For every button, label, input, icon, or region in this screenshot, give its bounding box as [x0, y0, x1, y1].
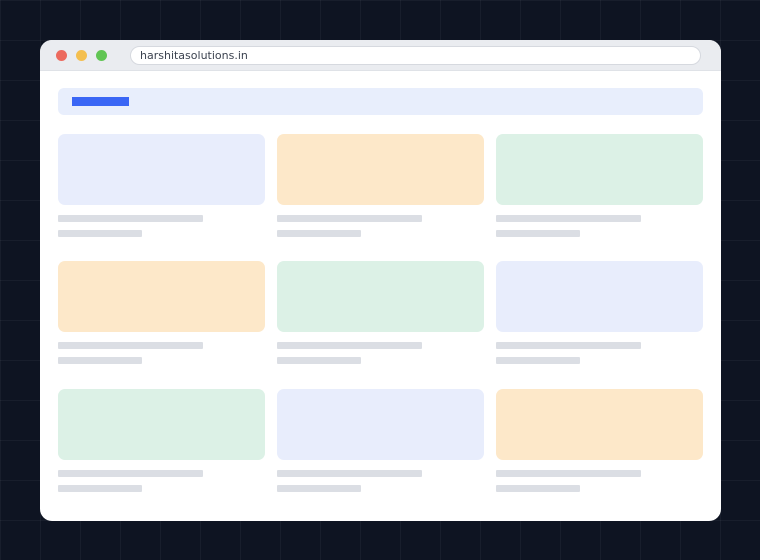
header-logo-placeholder[interactable]	[72, 97, 129, 106]
card-image-placeholder	[496, 134, 703, 205]
card-image-placeholder	[58, 134, 265, 205]
card-subtitle-placeholder	[277, 485, 361, 492]
card-subtitle-placeholder	[277, 357, 361, 364]
card-subtitle-placeholder	[58, 230, 142, 237]
card-image-placeholder	[277, 261, 484, 332]
card-subtitle-placeholder	[496, 230, 580, 237]
card-subtitle-placeholder	[496, 485, 580, 492]
card-title-placeholder	[58, 470, 203, 477]
content-card[interactable]	[277, 261, 484, 373]
card-subtitle-placeholder	[277, 230, 361, 237]
content-card[interactable]	[496, 389, 703, 501]
card-title-placeholder	[277, 215, 422, 222]
content-card[interactable]	[58, 261, 265, 373]
card-title-placeholder	[496, 342, 641, 349]
card-image-placeholder	[58, 389, 265, 460]
content-card[interactable]	[496, 134, 703, 246]
card-title-placeholder	[58, 215, 203, 222]
browser-window: harshitasolutions.in	[40, 40, 721, 521]
minimize-window-button[interactable]	[76, 50, 87, 61]
card-image-placeholder	[277, 134, 484, 205]
card-image-placeholder	[496, 261, 703, 332]
content-card[interactable]	[58, 389, 265, 501]
card-title-placeholder	[496, 470, 641, 477]
card-subtitle-placeholder	[496, 357, 580, 364]
card-title-placeholder	[496, 215, 641, 222]
content-card[interactable]	[496, 261, 703, 373]
zoom-window-button[interactable]	[96, 50, 107, 61]
content-card[interactable]	[58, 134, 265, 246]
card-title-placeholder	[277, 470, 422, 477]
content-card[interactable]	[277, 389, 484, 501]
card-title-placeholder	[277, 342, 422, 349]
card-image-placeholder	[58, 261, 265, 332]
close-window-button[interactable]	[56, 50, 67, 61]
title-bar: harshitasolutions.in	[40, 40, 721, 71]
card-image-placeholder	[277, 389, 484, 460]
card-image-placeholder	[496, 389, 703, 460]
content-card[interactable]	[277, 134, 484, 246]
card-subtitle-placeholder	[58, 485, 142, 492]
card-title-placeholder	[58, 342, 203, 349]
page-header	[58, 88, 703, 115]
address-bar[interactable]: harshitasolutions.in	[130, 46, 701, 65]
card-subtitle-placeholder	[58, 357, 142, 364]
